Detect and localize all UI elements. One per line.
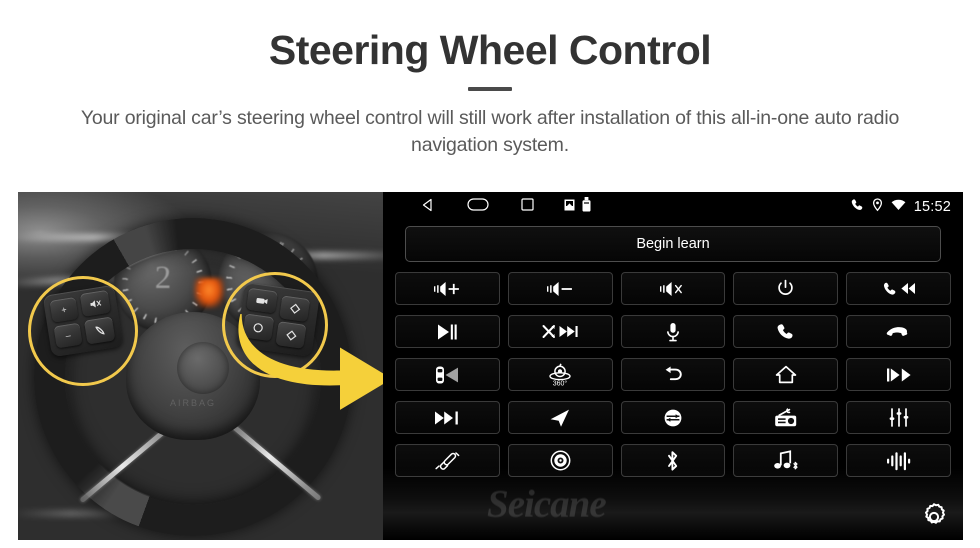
key-navigation[interactable] — [507, 401, 613, 434]
recents-square-icon[interactable] — [521, 198, 534, 216]
key-previous-track[interactable] — [846, 358, 951, 391]
shuffle-next-icon — [542, 325, 578, 338]
disc-icon — [550, 450, 571, 471]
title-divider — [468, 87, 512, 92]
home-icon — [775, 365, 797, 384]
gear-icon — [925, 503, 945, 524]
bluetooth-icon — [668, 450, 678, 471]
key-phone-previous[interactable] — [846, 272, 951, 305]
key-bluetooth[interactable] — [620, 444, 726, 477]
page-subtitle: Your original car’s steering wheel contr… — [80, 107, 900, 157]
begin-learn-button[interactable]: Begin learn — [405, 226, 941, 262]
key-power[interactable] — [733, 272, 839, 305]
play-pause-icon — [438, 324, 458, 339]
key-equalizer[interactable] — [846, 401, 951, 434]
home-oval-icon[interactable] — [467, 198, 489, 216]
location-pin-icon — [872, 197, 883, 217]
back-arrow-icon — [665, 366, 682, 381]
key-volume-up[interactable] — [395, 272, 500, 305]
usb-drive-icon — [582, 197, 591, 217]
function-key-grid: 360° — [383, 262, 963, 477]
left-cluster-highlight-circle — [28, 276, 138, 386]
key-shuffle-next[interactable] — [507, 315, 613, 348]
key-parking-radar[interactable] — [395, 358, 500, 391]
learn-row: Begin learn — [383, 222, 963, 262]
mic-icon — [666, 322, 679, 341]
key-source-mode[interactable] — [620, 401, 726, 434]
wifi-icon — [891, 198, 906, 216]
horn-pad — [177, 342, 229, 394]
settings-button[interactable] — [917, 500, 951, 534]
head-unit-screen: 15:52 Begin learn 360° Seicane — [383, 192, 963, 540]
page-title: Steering Wheel Control — [268, 27, 712, 73]
key-answer-call[interactable] — [733, 315, 839, 348]
key-radio[interactable] — [733, 401, 839, 434]
key-end-call[interactable] — [846, 315, 951, 348]
page-root: Steering Wheel Control Your original car… — [0, 0, 980, 548]
speaker-plus-icon — [434, 281, 460, 296]
phone-icon — [777, 324, 793, 339]
car-radar-icon — [436, 366, 459, 383]
key-aux-input[interactable] — [395, 444, 500, 477]
svg-text:360°: 360° — [553, 379, 568, 387]
prev-track-icon — [886, 368, 911, 381]
phone-hangup-icon — [886, 326, 907, 336]
speaker-x-icon — [659, 281, 682, 296]
media-strip: 2 AIRBAG + – 15:52 Begin learn 360° Seic… — [18, 192, 963, 540]
key-play-pause[interactable] — [395, 315, 500, 348]
equalizer-icon — [889, 408, 908, 427]
plug-icon — [435, 451, 460, 470]
key-microphone[interactable] — [620, 315, 726, 348]
camera-360-icon: 360° — [549, 362, 571, 387]
next-track-icon — [435, 411, 459, 424]
curved-arrow-icon — [238, 308, 383, 410]
key-mute[interactable] — [620, 272, 726, 305]
header: Steering Wheel Control Your original car… — [0, 0, 980, 159]
back-icon[interactable] — [421, 198, 435, 217]
key-bluetooth-music[interactable] — [733, 444, 839, 477]
key-next-track[interactable] — [395, 401, 500, 434]
mode-circle-icon — [664, 409, 682, 426]
phone-prev-icon — [883, 282, 915, 295]
bt-music-icon — [773, 450, 798, 470]
key-volume-down[interactable] — [507, 272, 613, 305]
pointer-arrow — [236, 308, 383, 424]
key-home[interactable] — [733, 358, 839, 391]
steering-wheel-photo: 2 AIRBAG + – — [18, 192, 383, 540]
key-camera-360[interactable]: 360° — [507, 358, 613, 391]
key-dvd[interactable] — [507, 444, 613, 477]
android-status-bar: 15:52 — [383, 192, 963, 222]
key-voice-waveform[interactable] — [846, 444, 951, 477]
phone-icon — [850, 198, 864, 217]
waveform-icon — [886, 451, 910, 470]
status-time: 15:52 — [913, 199, 951, 215]
key-back[interactable] — [620, 358, 726, 391]
radio-icon — [774, 407, 796, 426]
sd-card-icon — [564, 198, 575, 216]
seicane-watermark: Seicane — [487, 482, 607, 525]
screen-glare — [383, 468, 963, 540]
power-icon — [778, 279, 793, 295]
nav-arrow-icon — [550, 409, 570, 427]
speaker-minus-icon — [547, 281, 573, 296]
